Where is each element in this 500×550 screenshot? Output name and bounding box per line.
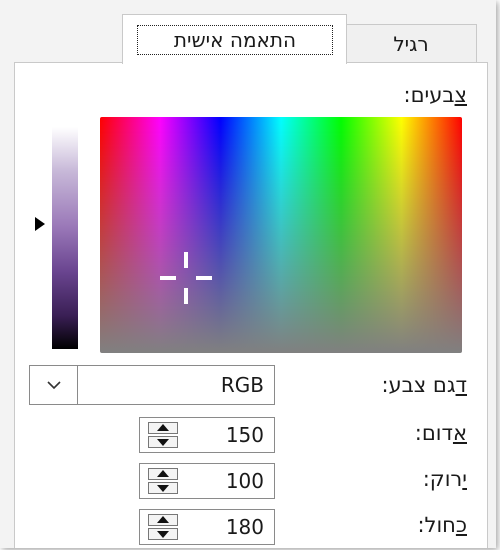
red-down-arrow-icon[interactable] bbox=[148, 436, 178, 448]
blue-label-mnemonic: כ bbox=[455, 513, 467, 537]
color-model-label-text: גם צבע: bbox=[381, 373, 456, 397]
green-value[interactable]: 100 bbox=[226, 464, 264, 498]
tab-standard-label: רגיל bbox=[393, 32, 429, 56]
red-up-arrow-icon[interactable] bbox=[148, 422, 178, 434]
blue-value[interactable]: 180 bbox=[226, 510, 264, 544]
tab-custom-focus-rect: התאמה אישית bbox=[137, 25, 333, 55]
color-model-dropdown-button[interactable] bbox=[30, 366, 78, 404]
tab-standard[interactable]: רגיל bbox=[345, 24, 477, 64]
color-spectrum[interactable] bbox=[100, 117, 462, 353]
tab-strip: רגיל התאמה אישית bbox=[0, 0, 496, 64]
crosshair-icon bbox=[160, 252, 212, 304]
color-dialog: רגיל התאמה אישית צבעים: RGB דגם צבע: 150… bbox=[0, 0, 496, 548]
luminance-pointer-icon[interactable] bbox=[35, 217, 45, 231]
green-label-mnemonic: י bbox=[462, 467, 467, 491]
colors-label-text: בעים: bbox=[403, 83, 455, 107]
color-model-label: דגם צבע: bbox=[381, 373, 467, 397]
green-label-text: רוק: bbox=[422, 467, 463, 491]
blue-stepper[interactable]: 180 bbox=[139, 509, 275, 545]
colors-label-mnemonic: צ bbox=[454, 83, 467, 107]
color-model-label-mnemonic: ד bbox=[455, 373, 467, 397]
blue-up-arrow-icon[interactable] bbox=[148, 514, 178, 526]
red-stepper-arrows bbox=[148, 422, 178, 448]
green-down-arrow-icon[interactable] bbox=[148, 482, 178, 494]
color-model-select[interactable]: RGB bbox=[29, 365, 275, 405]
blue-label-text: חול: bbox=[417, 513, 456, 537]
blue-stepper-arrows bbox=[148, 514, 178, 540]
green-stepper[interactable]: 100 bbox=[139, 463, 275, 499]
green-up-arrow-icon[interactable] bbox=[148, 468, 178, 480]
tab-custom[interactable]: התאמה אישית bbox=[122, 14, 347, 64]
blue-down-arrow-icon[interactable] bbox=[148, 528, 178, 540]
luminance-slider[interactable] bbox=[52, 127, 78, 349]
color-model-value: RGB bbox=[220, 373, 264, 397]
red-stepper[interactable]: 150 bbox=[139, 417, 275, 453]
red-label-mnemonic: א bbox=[452, 421, 467, 445]
red-label: אדום: bbox=[415, 421, 467, 445]
green-label: ירוק: bbox=[423, 467, 467, 491]
chevron-down-icon bbox=[46, 381, 61, 390]
tab-custom-label: התאמה אישית bbox=[173, 28, 297, 52]
custom-color-panel: צבעים: RGB דגם צבע: 150 אדום: 100 ירוק: … bbox=[14, 62, 488, 548]
colors-label: צבעים: bbox=[404, 83, 467, 107]
red-value[interactable]: 150 bbox=[226, 418, 264, 452]
blue-label: כחול: bbox=[417, 513, 467, 537]
red-label-text: דום: bbox=[414, 421, 453, 445]
green-stepper-arrows bbox=[148, 468, 178, 494]
